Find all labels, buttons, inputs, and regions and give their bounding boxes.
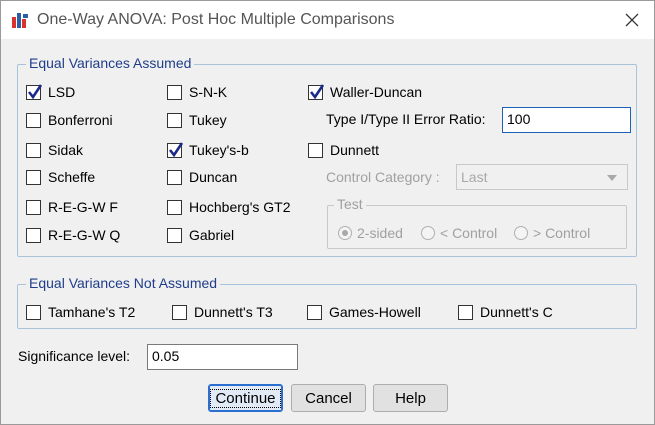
control-category-label: Control Category :	[326, 169, 440, 185]
two-sided-radio[interactable]: 2-sided	[338, 225, 403, 241]
close-icon	[625, 13, 639, 27]
checkbox-box	[26, 227, 41, 243]
checkmark-icon	[168, 141, 184, 157]
checkbox-box	[167, 227, 182, 243]
control-category-value: Last	[461, 169, 488, 185]
tukey-checkbox[interactable]: Tukey	[167, 112, 227, 128]
dropdown-arrow-icon	[607, 175, 617, 181]
error-ratio-label: Type I/Type II Error Ratio:	[326, 111, 486, 127]
cancel-button[interactable]: Cancel	[291, 384, 366, 412]
window-title: One-Way ANOVA: Post Hoc Multiple Compari…	[37, 11, 395, 28]
tamhanes-t2-checkbox[interactable]: Tamhane's T2	[26, 304, 135, 320]
checkbox-box	[308, 83, 325, 100]
checkbox-box	[167, 141, 184, 158]
radio-dot	[421, 226, 435, 240]
games-howell-checkbox[interactable]: Games-Howell	[307, 304, 421, 320]
regwf-checkbox[interactable]: R-E-G-W F	[26, 199, 118, 215]
error-ratio-input[interactable]: 100	[502, 107, 631, 133]
group-legend: Equal Variances Not Assumed	[26, 275, 221, 291]
checkbox-box	[167, 169, 182, 185]
control-category-select[interactable]: Last	[456, 164, 628, 190]
greater-control-radio[interactable]: > Control	[514, 225, 590, 241]
duncan-checkbox[interactable]: Duncan	[167, 169, 237, 185]
snk-checkbox[interactable]: S-N-K	[167, 84, 227, 100]
radio-dot	[514, 226, 528, 240]
checkmark-icon	[27, 83, 43, 99]
significance-level-label: Significance level:	[18, 348, 131, 364]
checkbox-box	[167, 112, 182, 128]
checkbox-box	[308, 142, 323, 158]
bonferroni-checkbox[interactable]: Bonferroni	[26, 112, 113, 128]
test-legend: Test	[334, 196, 366, 212]
help-button[interactable]: Help	[373, 384, 448, 412]
sidak-checkbox[interactable]: Sidak	[26, 142, 83, 158]
checkbox-box	[26, 199, 41, 215]
title-bar: One-Way ANOVA: Post Hoc Multiple Compari…	[1, 1, 654, 39]
checkbox-box	[26, 304, 41, 320]
checkmark-icon	[309, 83, 325, 99]
checkbox-box	[167, 84, 182, 100]
less-control-radio[interactable]: < Control	[421, 225, 497, 241]
checkbox-box	[167, 199, 182, 215]
checkbox-box	[26, 169, 41, 185]
dunnett-checkbox[interactable]: Dunnett	[308, 142, 379, 158]
checkbox-box	[172, 304, 187, 320]
checkbox-box	[26, 83, 43, 100]
group-legend: Equal Variances Assumed	[26, 55, 195, 71]
waller-duncan-checkbox[interactable]: Waller-Duncan	[308, 83, 422, 100]
scheffe-checkbox[interactable]: Scheffe	[26, 169, 95, 185]
lsd-checkbox[interactable]: LSD	[26, 83, 75, 100]
spss-app-icon	[11, 11, 29, 29]
continue-button[interactable]: Continue	[208, 384, 283, 412]
dunnetts-c-checkbox[interactable]: Dunnett's C	[458, 304, 553, 320]
tukeys-b-checkbox[interactable]: Tukey's-b	[167, 141, 249, 158]
radio-dot	[338, 226, 352, 240]
checkbox-box	[26, 142, 41, 158]
gabriel-checkbox[interactable]: Gabriel	[167, 227, 234, 243]
regwq-checkbox[interactable]: R-E-G-W Q	[26, 227, 120, 243]
hochberg-gt2-checkbox[interactable]: Hochberg's GT2	[167, 199, 291, 215]
checkbox-box	[458, 304, 473, 320]
dialog-window: One-Way ANOVA: Post Hoc Multiple Compari…	[0, 0, 655, 425]
dunnetts-t3-checkbox[interactable]: Dunnett's T3	[172, 304, 273, 320]
checkbox-box	[26, 112, 41, 128]
significance-level-input[interactable]: 0.05	[147, 344, 298, 370]
close-button[interactable]	[610, 1, 654, 39]
checkbox-box	[307, 304, 322, 320]
